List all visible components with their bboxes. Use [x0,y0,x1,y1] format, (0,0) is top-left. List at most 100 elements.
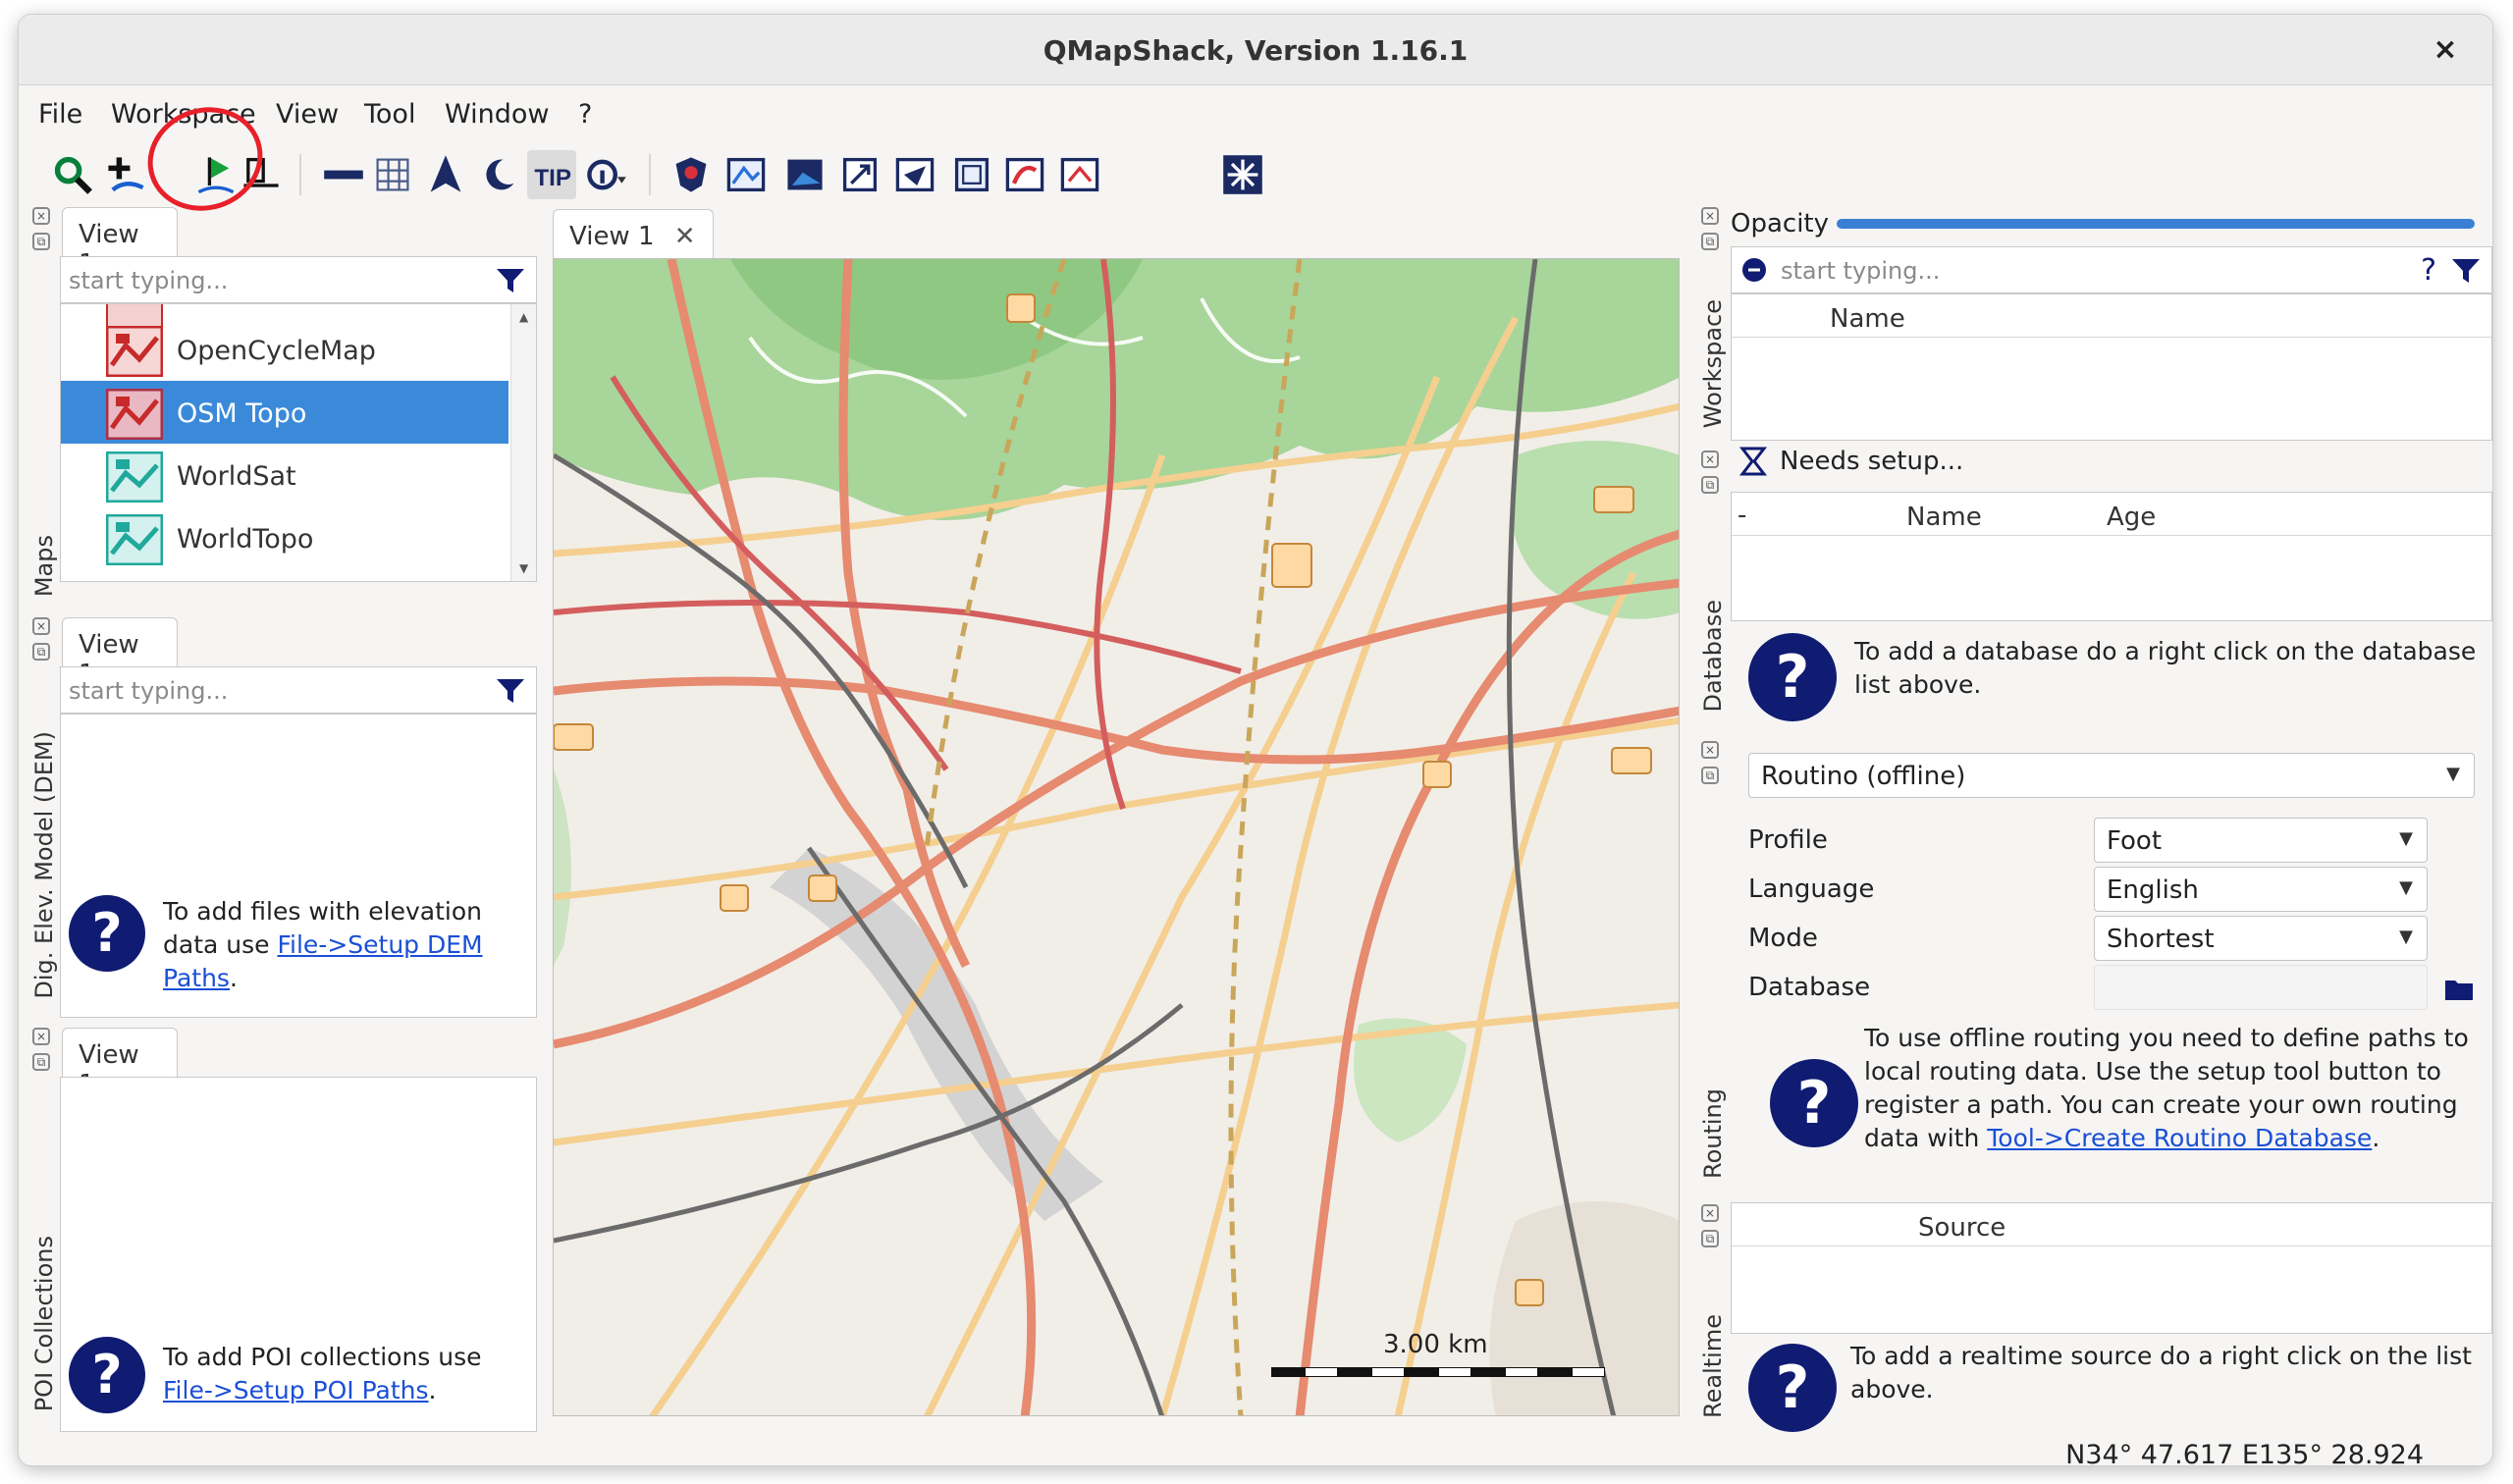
help-icon: ? [1748,1344,1837,1432]
menu-file[interactable]: File [38,99,82,130]
maps-dock-label[interactable]: Maps [30,535,58,597]
setup-poi-paths-link[interactable]: File->Setup POI Paths [163,1376,429,1404]
workspace-tree[interactable]: Name [1731,293,2492,441]
mode-label: Mode [1748,924,1818,953]
dock-buttons-dem[interactable]: × ⧉ [32,617,54,668]
help-icon: ? [1748,633,1837,721]
close-icon[interactable]: × [2426,30,2465,70]
map-item-label: WorldTopo [177,524,314,555]
dock-buttons-workspace[interactable]: × ⧉ [1701,207,1723,258]
tab-close-icon[interactable]: ✕ [674,222,696,251]
map-view-tab-label: View 1 [569,222,655,251]
dem-dock-label[interactable]: Dig. Elev. Model (DEM) [30,731,58,999]
grid-icon[interactable] [368,150,417,199]
dock-buttons-poi[interactable]: × ⧉ [32,1028,54,1079]
info-icon[interactable] [582,150,631,199]
database-select[interactable] [2094,965,2428,1010]
profile-select[interactable]: Foot ▼ [2094,818,2428,863]
question-icon[interactable]: ? [2421,253,2436,288]
scroll-up-icon[interactable]: ▲ [519,310,528,324]
maps-list[interactable]: OpenCycleMap OSM Topo WorldSat WorldTopo… [60,303,537,582]
maps-filter[interactable]: start typing... [60,256,537,303]
maps-filter-input[interactable]: start typing... [69,267,228,294]
dock-buttons-database[interactable]: × ⧉ [1701,450,1723,502]
create-routino-database-link[interactable]: Tool->Create Routino Database [1987,1124,2372,1152]
menu-bar: File Workspace View Tool Window ? [19,85,2492,136]
profile-select-value: Foot [2107,826,2163,856]
list-item[interactable]: OpenCycleMap [61,318,508,381]
filter-icon[interactable] [495,675,526,707]
tooltip-icon[interactable]: TIP [527,150,576,199]
map-layers-icon[interactable] [780,150,829,199]
dem-filter-input[interactable]: start typing... [69,677,228,705]
language-select[interactable]: English ▼ [2094,867,2428,912]
workspace-tree-header: Name [1732,294,2491,338]
shield-icon[interactable] [667,150,716,199]
column-source[interactable]: Source [1918,1213,2005,1243]
folder-icon[interactable] [2443,975,2475,1002]
map-canvas[interactable] [553,258,1680,1416]
fullscreen-icon[interactable] [1218,150,1267,199]
night-mode-icon[interactable] [474,150,523,199]
poi-tab-view1[interactable]: View 1 [62,1028,178,1099]
column-age[interactable]: Age [2107,503,2156,532]
chevron-down-icon: ▼ [2399,927,2413,947]
hourglass-icon [1738,447,1768,476]
map-view-icon[interactable] [722,150,771,199]
north-arrow-icon[interactable] [421,150,470,199]
search-icon[interactable] [48,150,97,199]
poi-dock-label[interactable]: POI Collections [30,1236,58,1411]
dock-buttons-maps[interactable]: × ⧉ [32,207,54,258]
title-bar[interactable]: QMapShack, Version 1.16.1 × [19,15,2492,85]
database-tree[interactable]: - Name Age [1731,492,2492,621]
workspace-icon[interactable] [947,150,996,199]
send-icon[interactable] [890,150,939,199]
router-select-value: Routino (offline) [1761,762,1966,791]
realtime-icon[interactable] [1055,150,1104,199]
dock-buttons-routing[interactable]: × ⧉ [1701,741,1723,792]
menu-view[interactable]: View [276,99,339,130]
realtime-dock-label[interactable]: Realtime [1699,1314,1727,1418]
add-waypoint-icon[interactable] [101,150,150,199]
dock-buttons-realtime[interactable]: × ⧉ [1701,1204,1723,1255]
menu-window[interactable]: Window [445,99,549,130]
realtime-tree[interactable]: Source [1731,1202,2492,1334]
maps-scrollbar[interactable]: ▲ ▼ [510,304,536,581]
menu-tool[interactable]: Tool [364,99,415,130]
opacity-label: Opacity [1731,209,1830,238]
needs-setup-label: Needs setup... [1780,447,1964,476]
filter-icon[interactable] [2450,255,2482,287]
opacity-slider[interactable] [1837,219,2475,229]
mode-select[interactable]: Shortest ▼ [2094,916,2428,961]
clear-filter-icon[interactable] [1739,255,1769,285]
list-item[interactable]: WorldTopo [61,506,508,569]
routing-dock-label[interactable]: Routing [1699,1088,1727,1179]
menu-help[interactable]: ? [578,99,592,130]
help-icon: ? [1770,1059,1858,1147]
list-item[interactable]: WorldSat [61,444,508,506]
routing-help-text: To use offline routing you need to defin… [1864,1024,2469,1152]
dem-list[interactable]: ? To add files with elevation data use F… [60,714,537,1018]
map-view-tab[interactable]: View 1 ✕ [553,209,714,258]
column-name[interactable]: Name [1906,503,1982,532]
language-select-value: English [2107,875,2199,905]
route-icon[interactable] [1000,150,1049,199]
ruler-icon[interactable] [319,150,368,199]
database-dock-label[interactable]: Database [1699,600,1727,713]
map-tiles[interactable] [554,259,1680,1416]
filter-icon[interactable] [495,265,526,296]
column-name[interactable]: Name [1830,304,1905,334]
dem-filter[interactable]: start typing... [60,666,537,714]
poi-list[interactable]: ? To add POI collections use File->Setup… [60,1077,537,1432]
dem-tab-view1[interactable]: View 1 [62,617,178,689]
workspace-filter[interactable]: start typing... ? [1731,246,2492,293]
map-export-icon[interactable] [835,150,884,199]
maps-tab-view1[interactable]: View 1 [62,207,178,279]
poi-help-text: To add POI collections use File->Setup P… [163,1343,482,1404]
workspace-filter-input[interactable]: start typing... [1781,257,1940,285]
workspace-dock-label[interactable]: Workspace [1699,299,1727,428]
router-select[interactable]: Routino (offline) ▼ [1748,753,2475,798]
column-dash[interactable]: - [1738,501,1746,530]
scroll-down-icon[interactable]: ▼ [519,561,528,575]
list-item-selected[interactable]: OSM Topo [61,381,508,444]
